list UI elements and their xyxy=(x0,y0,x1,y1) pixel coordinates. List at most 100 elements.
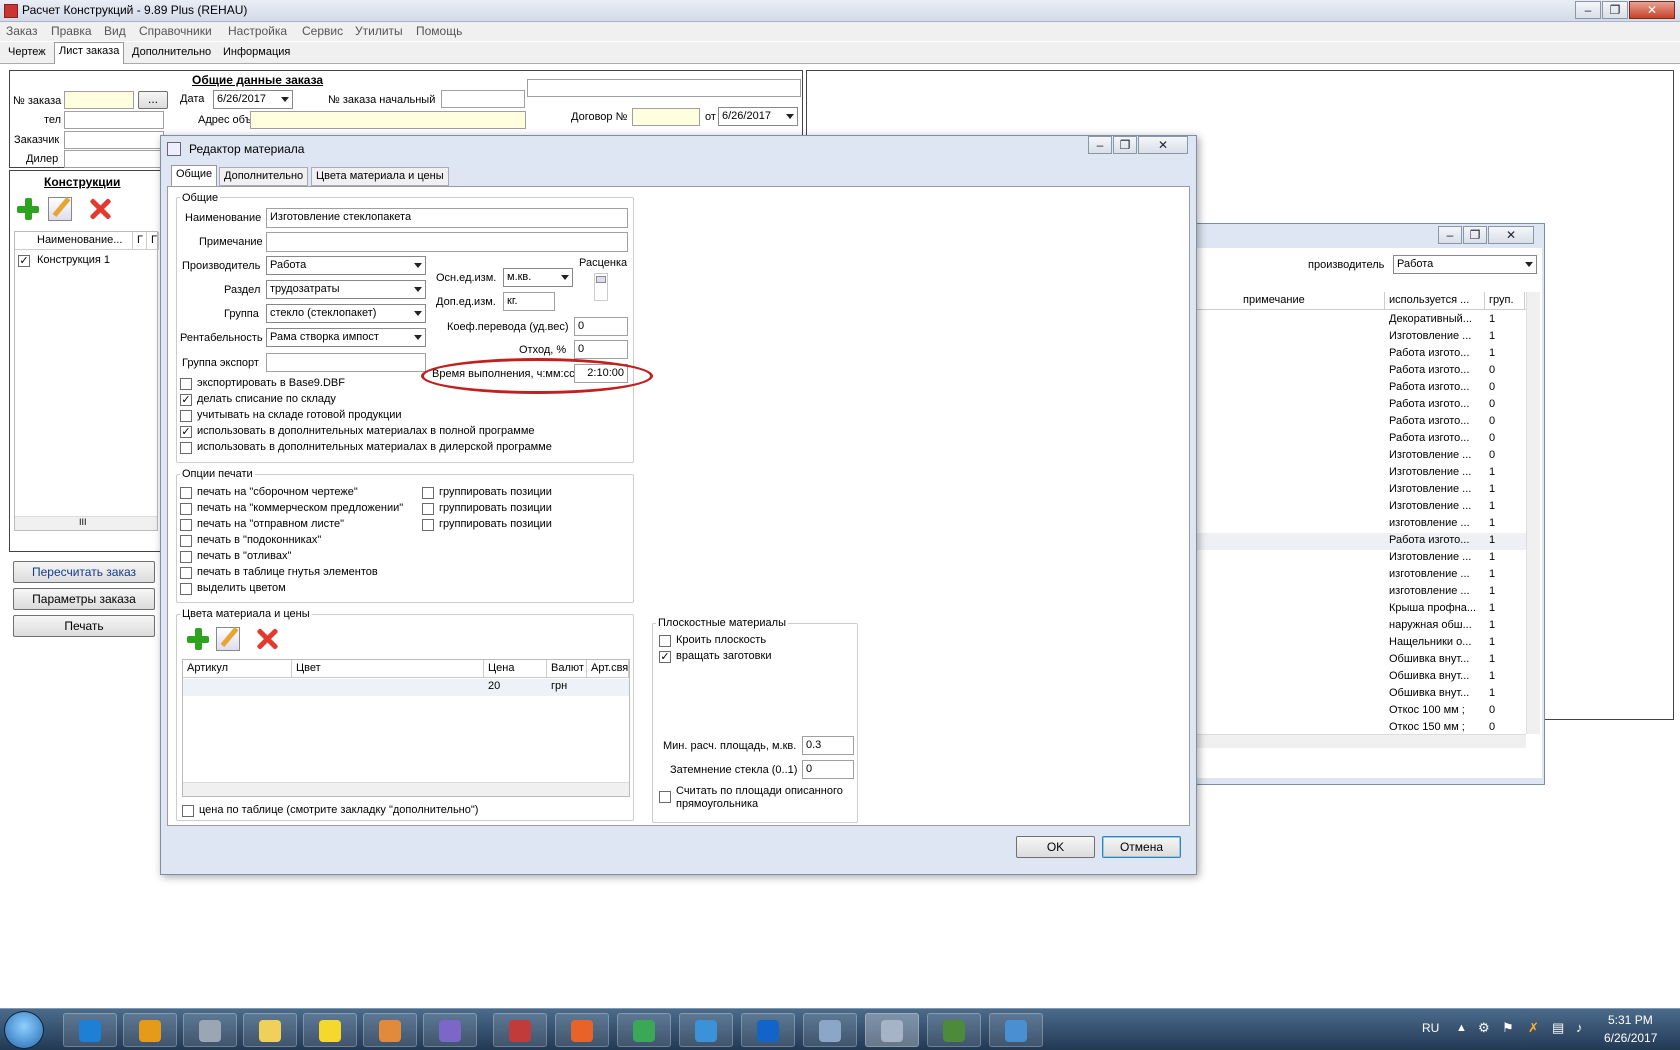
print-option-checkbox[interactable] xyxy=(180,551,192,563)
add-color-icon[interactable] xyxy=(186,627,210,651)
rotate-blanks-checkbox[interactable]: ✓ xyxy=(659,651,671,663)
print-option-checkbox[interactable] xyxy=(180,535,192,547)
table-row[interactable]: Работа изгото... 1 xyxy=(1193,346,1526,363)
print-option-checkbox[interactable] xyxy=(180,583,192,595)
coef-input[interactable]: 0 xyxy=(574,317,628,336)
edit-color-icon[interactable] xyxy=(216,627,240,651)
profit-combo[interactable]: Рама створка импост xyxy=(266,328,426,347)
menu-view[interactable]: Вид xyxy=(104,24,126,38)
table-row[interactable]: Откос 100 мм ; 0 xyxy=(1193,703,1526,720)
restore-button[interactable]: ❐ xyxy=(1463,226,1487,244)
waste-input[interactable]: 0 xyxy=(574,340,628,359)
print-option-checkbox[interactable] xyxy=(180,519,192,531)
group-combo[interactable]: стекло (стеклопакет) xyxy=(266,304,426,323)
producer-combo[interactable]: Работа xyxy=(266,256,426,275)
print-option-checkbox[interactable] xyxy=(180,567,192,579)
delete-color-icon[interactable] xyxy=(255,627,279,651)
name-input[interactable]: Изготовление стеклопакета xyxy=(266,208,628,228)
taskbar-calculator[interactable] xyxy=(183,1013,237,1047)
tray-tools-icon[interactable]: ✗ xyxy=(1528,1020,1539,1036)
group-positions-checkbox[interactable] xyxy=(422,519,434,531)
contract-date-picker[interactable]: 6/26/2017 xyxy=(718,107,798,126)
group-positions-checkbox[interactable] xyxy=(422,487,434,499)
table-row[interactable]: Работа изгото... 0 xyxy=(1193,380,1526,397)
close-button[interactable]: ✕ xyxy=(1488,226,1534,244)
table-row[interactable]: Крыша профна... 1 xyxy=(1193,601,1526,618)
slider-thumb[interactable] xyxy=(596,276,606,283)
table-row[interactable]: ✓ Конструкция 1 xyxy=(15,252,159,270)
taskbar-app-plane[interactable] xyxy=(493,1013,547,1047)
taskbar-wifi[interactable] xyxy=(679,1013,733,1047)
taskbar-ie[interactable] xyxy=(63,1013,117,1047)
tray-flag-icon[interactable]: ⚑ xyxy=(1502,1020,1514,1036)
extra-unit-input[interactable]: кг. xyxy=(503,292,555,311)
contract-input[interactable] xyxy=(632,108,700,126)
tray-date[interactable]: 6/26/2017 xyxy=(1604,1031,1657,1045)
order-num-input[interactable] xyxy=(64,91,134,109)
col-currency-header[interactable]: Валют xyxy=(547,660,587,677)
construction-checkbox[interactable]: ✓ xyxy=(18,255,30,267)
menu-help[interactable]: Помощь xyxy=(416,24,462,38)
taskbar-chrome[interactable] xyxy=(617,1013,671,1047)
section-combo[interactable]: трудозатраты xyxy=(266,280,426,299)
vertical-scrollbar[interactable] xyxy=(1526,292,1540,734)
rate-slider[interactable] xyxy=(594,273,608,301)
horizontal-scrollbar[interactable] xyxy=(1193,734,1526,748)
menu-utilities[interactable]: Утилиты xyxy=(355,24,403,38)
table-row[interactable]: наружная обш... 1 xyxy=(1193,618,1526,635)
tab-info[interactable]: Информация xyxy=(219,44,294,63)
table-row[interactable]: 20 грн xyxy=(183,679,629,696)
table-row[interactable]: изготовление ... 1 xyxy=(1193,584,1526,601)
menu-settings[interactable]: Настройка xyxy=(228,24,287,38)
cut-plane-checkbox[interactable] xyxy=(659,635,671,647)
finished-goods-checkbox[interactable] xyxy=(180,410,192,422)
table-row[interactable]: Декоративный... 1 xyxy=(1193,312,1526,329)
language-indicator[interactable]: RU xyxy=(1422,1021,1439,1035)
address-input[interactable] xyxy=(250,111,526,129)
tel-input[interactable] xyxy=(64,111,164,129)
table-row[interactable]: изготовление ... 1 xyxy=(1193,567,1526,584)
table-row[interactable]: Работа изгото... 1 xyxy=(1193,533,1526,550)
taskbar-app-eye[interactable] xyxy=(363,1013,417,1047)
table-row[interactable]: Обшивка внут... 1 xyxy=(1193,652,1526,669)
col-price-header[interactable]: Цена xyxy=(484,660,547,677)
recalc-order-button[interactable]: Пересчитать заказ xyxy=(13,561,155,583)
export-group-input[interactable] xyxy=(266,353,426,372)
taskbar-app-rehau[interactable] xyxy=(865,1013,919,1047)
export-base9-checkbox[interactable] xyxy=(180,378,192,390)
rect-area-checkbox[interactable] xyxy=(659,791,671,803)
tray-network-icon[interactable]: ▤ xyxy=(1552,1020,1564,1036)
dialog-tab-general[interactable]: Общие xyxy=(171,165,218,187)
menu-references[interactable]: Справочники xyxy=(139,24,212,38)
col-color-header[interactable]: Цвет xyxy=(292,660,484,677)
restore-button[interactable]: ❐ xyxy=(1602,1,1628,19)
start-num-input[interactable] xyxy=(441,90,525,108)
order-params-button[interactable]: Параметры заказа xyxy=(13,588,155,610)
minimize-button[interactable]: – xyxy=(1438,226,1462,244)
dialog-restore-button[interactable]: ❐ xyxy=(1113,136,1137,154)
col-g2-header[interactable]: Г xyxy=(147,232,159,249)
table-row[interactable]: Обшивка внут... 1 xyxy=(1193,669,1526,686)
order-notes-field[interactable] xyxy=(527,79,801,97)
print-button[interactable]: Печать xyxy=(13,615,155,637)
tray-settings-icon[interactable]: ⚙ xyxy=(1478,1020,1490,1036)
cancel-button[interactable]: Отмена xyxy=(1102,836,1181,858)
col-g1-header[interactable]: Г xyxy=(133,232,147,249)
col-article-header[interactable]: Артикул xyxy=(183,660,292,677)
note-input[interactable] xyxy=(266,232,628,252)
table-row[interactable]: Работа изгото... 0 xyxy=(1193,363,1526,380)
tab-order-sheet[interactable]: Лист заказа xyxy=(54,42,125,64)
menu-order[interactable]: Заказ xyxy=(6,24,37,38)
dealer-program-checkbox[interactable] xyxy=(180,442,192,454)
table-row[interactable]: Работа изгото... 0 xyxy=(1193,431,1526,448)
print-option-checkbox[interactable] xyxy=(180,487,192,499)
main-unit-combo[interactable]: м.кв. xyxy=(503,268,573,287)
taskbar-app-terminal[interactable] xyxy=(927,1013,981,1047)
start-button[interactable] xyxy=(4,1011,44,1049)
table-row[interactable]: Изготовление ... 1 xyxy=(1193,499,1526,516)
taskbar-app-monitor[interactable] xyxy=(803,1013,857,1047)
horizontal-scrollbar[interactable] xyxy=(183,782,629,796)
menu-service[interactable]: Сервис xyxy=(302,24,343,38)
table-row[interactable]: Изготовление ... 0 xyxy=(1193,448,1526,465)
ok-button[interactable]: OK xyxy=(1016,836,1095,858)
